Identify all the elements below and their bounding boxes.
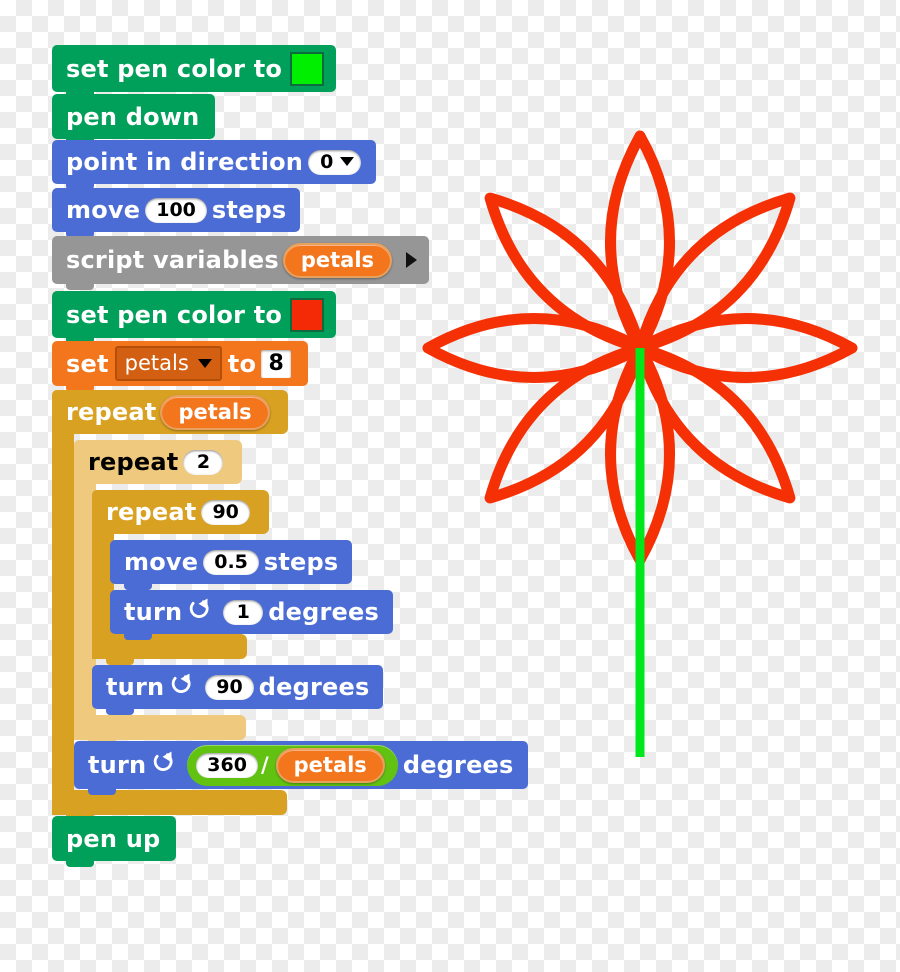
chevron-down-icon (340, 157, 355, 166)
block-label-after: degrees (402, 751, 514, 779)
repeat-2-c-bottom-arm (74, 715, 246, 746)
block-label-after: degrees (258, 673, 370, 701)
block-pen-down[interactable]: pen down (52, 94, 216, 145)
block-label-before: move (124, 548, 199, 576)
block-label: script variables (66, 246, 279, 274)
block-point-in-direction[interactable]: point in direction 0 (52, 140, 377, 190)
direction-dropdown[interactable]: 0 (308, 149, 362, 175)
block-label: set pen color to (66, 300, 283, 329)
expand-right-arrow-icon[interactable] (406, 252, 418, 268)
block-label-before: turn (88, 751, 147, 779)
pen-color-swatch-green[interactable] (290, 51, 325, 86)
repeat-count-input-2[interactable]: 2 (183, 449, 224, 475)
direction-value: 0 (320, 150, 334, 173)
move-steps-input[interactable]: 100 (145, 197, 207, 223)
move-steps-input-half[interactable]: 0.5 (203, 549, 259, 575)
block-label: repeat (88, 448, 179, 476)
block-label-before: turn (124, 598, 183, 626)
block-move-100[interactable]: move 100 steps (52, 188, 301, 238)
block-label-after: steps (263, 548, 339, 576)
block-label-before: turn (106, 673, 165, 701)
block-set-petals[interactable]: set petals to 8 (52, 341, 309, 392)
pen-color-swatch-red[interactable] (290, 297, 325, 332)
repeat-90-c-bottom-arm (92, 634, 247, 665)
variable-petals-declaration[interactable]: petals (282, 242, 393, 278)
division-right-operand-petals[interactable]: petals (275, 747, 385, 783)
block-move-half[interactable]: move 0.5 steps (110, 540, 353, 590)
turn-degrees-input-1[interactable]: 1 (223, 599, 264, 625)
block-script-variables[interactable]: script variables petals (52, 236, 430, 290)
block-repeat-90[interactable]: repeat 90 (92, 490, 269, 534)
block-label: point in direction (66, 148, 304, 176)
division-left-operand[interactable]: 360 (196, 752, 258, 778)
operator-division[interactable]: 360 / petals (187, 744, 398, 786)
block-pen-up[interactable]: pen up (52, 816, 177, 867)
flower-petals (422, 130, 858, 566)
block-label: pen up (66, 824, 161, 853)
block-repeat-2[interactable]: repeat 2 (74, 440, 243, 484)
turn-degrees-input-90[interactable]: 90 (205, 674, 254, 700)
chevron-down-icon (197, 358, 212, 368)
turn-clockwise-icon (188, 596, 214, 628)
block-turn-1[interactable]: turn 1 degrees (110, 590, 393, 640)
block-turn-360-div-petals[interactable]: turn 360 / petals degrees (74, 741, 528, 795)
block-label-before: move (66, 196, 141, 224)
block-turn-90[interactable]: turn 90 degrees (92, 665, 384, 715)
variable-dropdown-petals[interactable]: petals (114, 346, 222, 381)
repeat-count-variable-petals[interactable]: petals (160, 394, 270, 430)
variable-dropdown-value: petals (124, 351, 189, 375)
division-operator-symbol: / (260, 753, 269, 777)
set-value-input[interactable]: 8 (261, 349, 292, 378)
block-set-pen-color-green[interactable]: set pen color to (52, 45, 337, 98)
block-label: set pen color to (66, 54, 283, 83)
block-label-before: set (66, 349, 109, 378)
repeat-petals-c-bottom-arm (52, 790, 287, 821)
repeat-count-input-90[interactable]: 90 (201, 499, 250, 525)
block-label: pen down (66, 102, 200, 131)
block-repeat-petals[interactable]: repeat petals (52, 390, 288, 434)
block-label: repeat (106, 498, 197, 526)
block-label: repeat (66, 398, 157, 426)
block-set-pen-color-red[interactable]: set pen color to (52, 291, 337, 344)
repeat-petals-c-spine (52, 390, 74, 815)
turn-clockwise-icon (170, 671, 196, 703)
turn-clockwise-icon (152, 749, 178, 781)
block-label-after: steps (211, 196, 287, 224)
block-label-after: degrees (268, 598, 379, 626)
block-label-mid: to (227, 349, 257, 378)
